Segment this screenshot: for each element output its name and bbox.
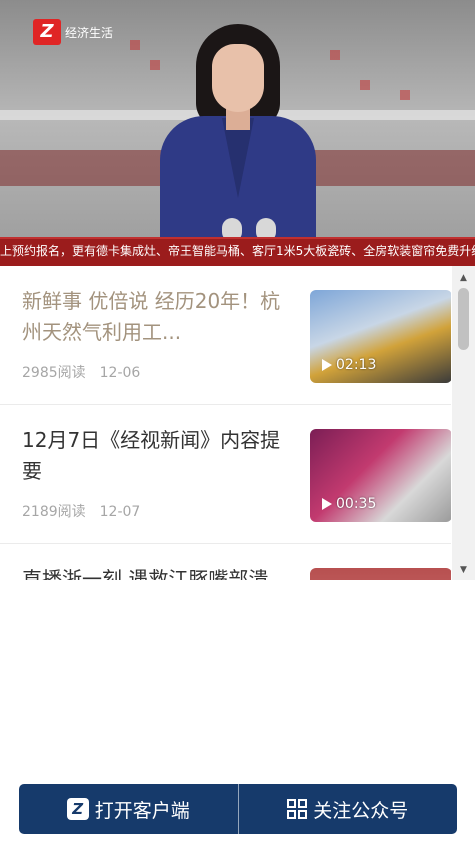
publish-date: 12-07	[99, 504, 141, 520]
video-thumbnail[interactable]	[310, 568, 451, 580]
article-title: 直播浙一刻 遇救江豚嘴部溃	[22, 567, 269, 580]
divider	[237, 784, 239, 834]
scroll-down-arrow-icon[interactable]: ▼	[452, 562, 475, 578]
play-icon	[322, 498, 332, 510]
article-meta: 2189阅读 12-07	[22, 501, 140, 521]
article-title: 新鲜事 优倍说 经历20年！杭州天然气利用工...	[22, 289, 281, 344]
list-item[interactable]: 新鲜事 优倍说 经历20年！杭州天然气利用工... 2985阅读 12-06 02…	[0, 266, 451, 405]
article-title: 12月7日《经视新闻》内容提要	[22, 428, 281, 483]
article-meta: 2985阅读 12-06	[22, 362, 140, 382]
list-item[interactable]: 直播浙一刻 遇救江豚嘴部溃	[0, 544, 451, 580]
publish-date: 12-06	[99, 365, 141, 381]
channel-logo-icon: Z	[33, 19, 61, 45]
article-list: 新鲜事 优倍说 经历20年！杭州天然气利用工... 2985阅读 12-06 02…	[0, 266, 451, 580]
duration-badge: 00:35	[322, 496, 376, 512]
duration-text: 00:35	[336, 496, 377, 512]
scroll-thumb[interactable]	[458, 288, 469, 350]
channel-logo-text: 经济生活	[65, 25, 114, 40]
scroll-up-arrow-icon[interactable]: ▲	[452, 270, 475, 286]
qr-code-icon	[287, 799, 308, 819]
open-app-button[interactable]: Z 打开客户端	[19, 784, 238, 834]
read-count: 2189阅读	[22, 504, 86, 520]
follow-account-button[interactable]: 关注公众号	[239, 784, 458, 834]
scrollbar[interactable]: ▲ ▼	[452, 266, 475, 580]
duration-badge: 02:13	[322, 357, 376, 373]
video-player[interactable]: Z 经济生活 上预约报名，更有德卡集成灶、帝王智能马桶、客厅1米5大板瓷砖、全房…	[0, 0, 475, 266]
video-thumbnail[interactable]: 00:35	[310, 429, 451, 522]
follow-label: 关注公众号	[313, 799, 409, 822]
bottom-action-bar: Z 打开客户端 关注公众号	[19, 784, 457, 834]
read-count: 2985阅读	[22, 365, 86, 381]
play-icon	[322, 359, 332, 371]
news-ticker: 上预约报名，更有德卡集成灶、帝王智能马桶、客厅1米5大板瓷砖、全房软装窗帘免费升…	[0, 237, 475, 266]
duration-text: 02:13	[336, 357, 377, 373]
open-app-label: 打开客户端	[94, 799, 190, 822]
app-logo-icon: Z	[66, 798, 89, 820]
list-item[interactable]: 12月7日《经视新闻》内容提要 2189阅读 12-07 00:35	[0, 405, 451, 544]
channel-logo: Z 经济生活	[33, 19, 113, 45]
video-thumbnail[interactable]: 02:13	[310, 290, 451, 383]
